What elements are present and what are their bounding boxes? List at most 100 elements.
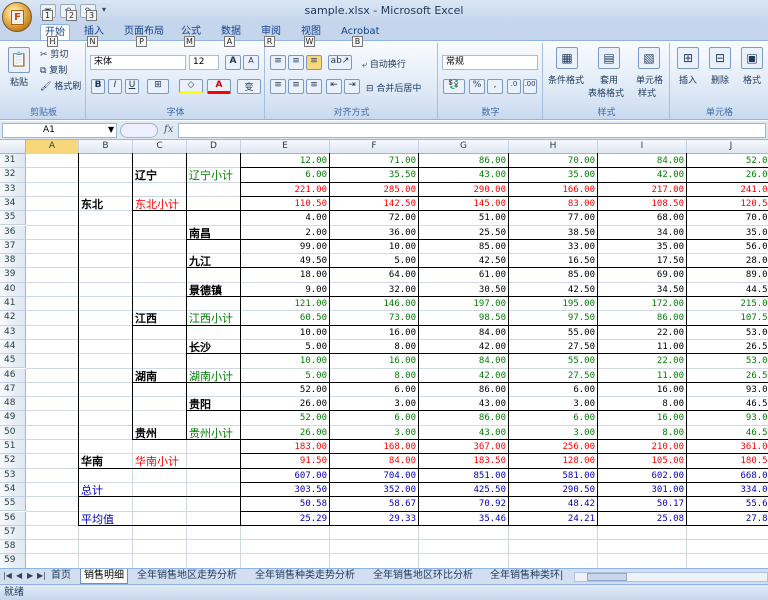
format-painter-button[interactable]: 🖌 格式刷 [40, 79, 81, 92]
row-header-41[interactable]: 41 [0, 297, 26, 312]
data-cell[interactable]: 6.00 [330, 411, 419, 425]
data-cell[interactable]: 27.50 [509, 340, 598, 354]
data-cell[interactable]: 42.50 [419, 254, 509, 268]
label-total[interactable]: 总计 [79, 484, 103, 498]
italic-button[interactable]: I [108, 79, 122, 94]
label-hunan-subtotal[interactable]: 湖南小计 [187, 370, 233, 384]
data-cell[interactable]: 12.00 [241, 154, 330, 168]
column-header-H[interactable]: H [509, 140, 598, 154]
font-name-select[interactable]: 宋体 [90, 55, 186, 70]
data-cell[interactable]: 85.00 [509, 268, 598, 282]
data-cell[interactable]: 668.00 [687, 469, 768, 483]
data-cell[interactable]: 84.00 [419, 354, 509, 368]
column-header-F[interactable]: F [330, 140, 419, 154]
data-cell[interactable]: 256.00 [509, 440, 598, 454]
data-cell[interactable]: 16.00 [330, 354, 419, 368]
data-cell[interactable]: 197.00 [419, 297, 509, 311]
data-cell[interactable]: 48.42 [509, 497, 598, 511]
data-cell[interactable]: 50.17 [598, 497, 687, 511]
sheet-tab[interactable]: 销售明细 [80, 569, 128, 584]
data-cell[interactable]: 8.00 [598, 397, 687, 411]
data-cell[interactable]: 5.00 [241, 340, 330, 354]
data-cell[interactable]: 121.00 [241, 297, 330, 311]
row-header-44[interactable]: 44 [0, 339, 26, 355]
data-cell[interactable]: 195.00 [509, 297, 598, 311]
data-cell[interactable]: 60.50 [241, 311, 330, 325]
data-cell[interactable]: 16.00 [598, 411, 687, 425]
data-cell[interactable]: 334.00 [687, 483, 768, 497]
data-cell[interactable]: 3.00 [509, 426, 598, 440]
data-cell[interactable]: 42.00 [419, 340, 509, 354]
data-cell[interactable]: 55.00 [509, 354, 598, 368]
data-cell[interactable]: 22.00 [598, 326, 687, 340]
data-cell[interactable]: 25.29 [241, 512, 330, 526]
data-cell[interactable]: 49.50 [241, 254, 330, 268]
data-cell[interactable]: 352.00 [330, 483, 419, 497]
row-header-48[interactable]: 48 [0, 397, 26, 412]
data-cell[interactable]: 35.00 [598, 240, 687, 254]
data-cell[interactable]: 35.00 [687, 226, 768, 240]
increase-indent-icon[interactable]: ⇥ [344, 79, 360, 94]
data-cell[interactable]: 18.00 [241, 268, 330, 282]
data-cell[interactable]: 38.50 [509, 226, 598, 240]
row-header-52[interactable]: 52 [0, 454, 26, 469]
align-bottom-icon[interactable]: ≡ [306, 55, 322, 70]
data-cell[interactable]: 142.50 [330, 197, 419, 211]
data-cell[interactable]: 217.00 [598, 183, 687, 197]
data-cell[interactable]: 86.00 [419, 154, 509, 168]
data-cell[interactable]: 98.50 [419, 311, 509, 325]
data-cell[interactable]: 84.00 [598, 154, 687, 168]
data-cell[interactable]: 8.00 [598, 426, 687, 440]
data-cell[interactable]: 33.00 [509, 240, 598, 254]
name-box-dropdown-icon[interactable]: ▼ [108, 125, 114, 134]
format-cells-icon[interactable]: ▣ [741, 47, 763, 69]
column-header-D[interactable]: D [187, 140, 241, 154]
prev-sheet-icon[interactable]: ◀ [16, 571, 22, 580]
data-cell[interactable]: 35.46 [419, 512, 509, 526]
label-nanchang[interactable]: 南昌 [187, 227, 211, 241]
data-cell[interactable]: 607.00 [241, 469, 330, 483]
align-left-icon[interactable]: ≡ [270, 79, 286, 94]
grow-font-button[interactable]: A [225, 55, 241, 70]
row-header-49[interactable]: 49 [0, 411, 26, 426]
currency-icon[interactable]: 💱 [443, 79, 465, 94]
data-cell[interactable]: 36.00 [330, 226, 419, 240]
row-header-37[interactable]: 37 [0, 239, 26, 255]
column-header-C[interactable]: C [133, 140, 187, 154]
underline-button[interactable]: U [125, 79, 139, 94]
data-cell[interactable]: 43.00 [419, 397, 509, 411]
paste-button[interactable]: 粘贴 [10, 75, 28, 88]
data-cell[interactable]: 73.00 [330, 311, 419, 325]
row-header-33[interactable]: 33 [0, 182, 26, 197]
data-cell[interactable]: 108.50 [598, 197, 687, 211]
data-cell[interactable]: 53.00 [687, 326, 768, 340]
data-cell[interactable]: 25.08 [598, 512, 687, 526]
label-guizhou[interactable]: 贵州 [133, 427, 157, 441]
format-as-table-icon[interactable]: ▤ [598, 47, 620, 69]
row-header-32[interactable]: 32 [0, 168, 26, 183]
align-middle-icon[interactable]: ≡ [288, 55, 304, 70]
data-cell[interactable]: 183.00 [241, 440, 330, 454]
data-cell[interactable]: 215.00 [687, 297, 768, 311]
data-cell[interactable]: 35.50 [330, 168, 419, 182]
data-cell[interactable]: 56.00 [687, 240, 768, 254]
sheet-tab[interactable]: 首页 [48, 569, 74, 584]
data-cell[interactable]: 24.21 [509, 512, 598, 526]
office-button[interactable]: F [2, 2, 32, 32]
copy-button[interactable]: ⧉ 复制 [40, 63, 67, 76]
conditional-format-button[interactable]: 条件格式 [548, 73, 584, 86]
data-cell[interactable]: 52.00 [687, 154, 768, 168]
data-cell[interactable]: 25.50 [419, 226, 509, 240]
last-sheet-icon[interactable]: ▶| [37, 571, 46, 580]
data-cell[interactable]: 9.00 [241, 283, 330, 297]
label-dongbei-subtotal[interactable]: 东北小计 [133, 198, 179, 212]
data-cell[interactable]: 303.50 [241, 483, 330, 497]
row-header-54[interactable]: 54 [0, 482, 26, 498]
align-top-icon[interactable]: ≡ [270, 55, 286, 70]
data-cell[interactable]: 168.00 [330, 440, 419, 454]
data-cell[interactable]: 120.50 [687, 197, 768, 211]
data-cell[interactable]: 221.00 [241, 183, 330, 197]
format-cells-button[interactable]: 格式 [743, 73, 761, 86]
column-header-I[interactable]: I [598, 140, 687, 154]
wrap-text-button[interactable]: ⤶ 自动换行 [362, 57, 406, 70]
